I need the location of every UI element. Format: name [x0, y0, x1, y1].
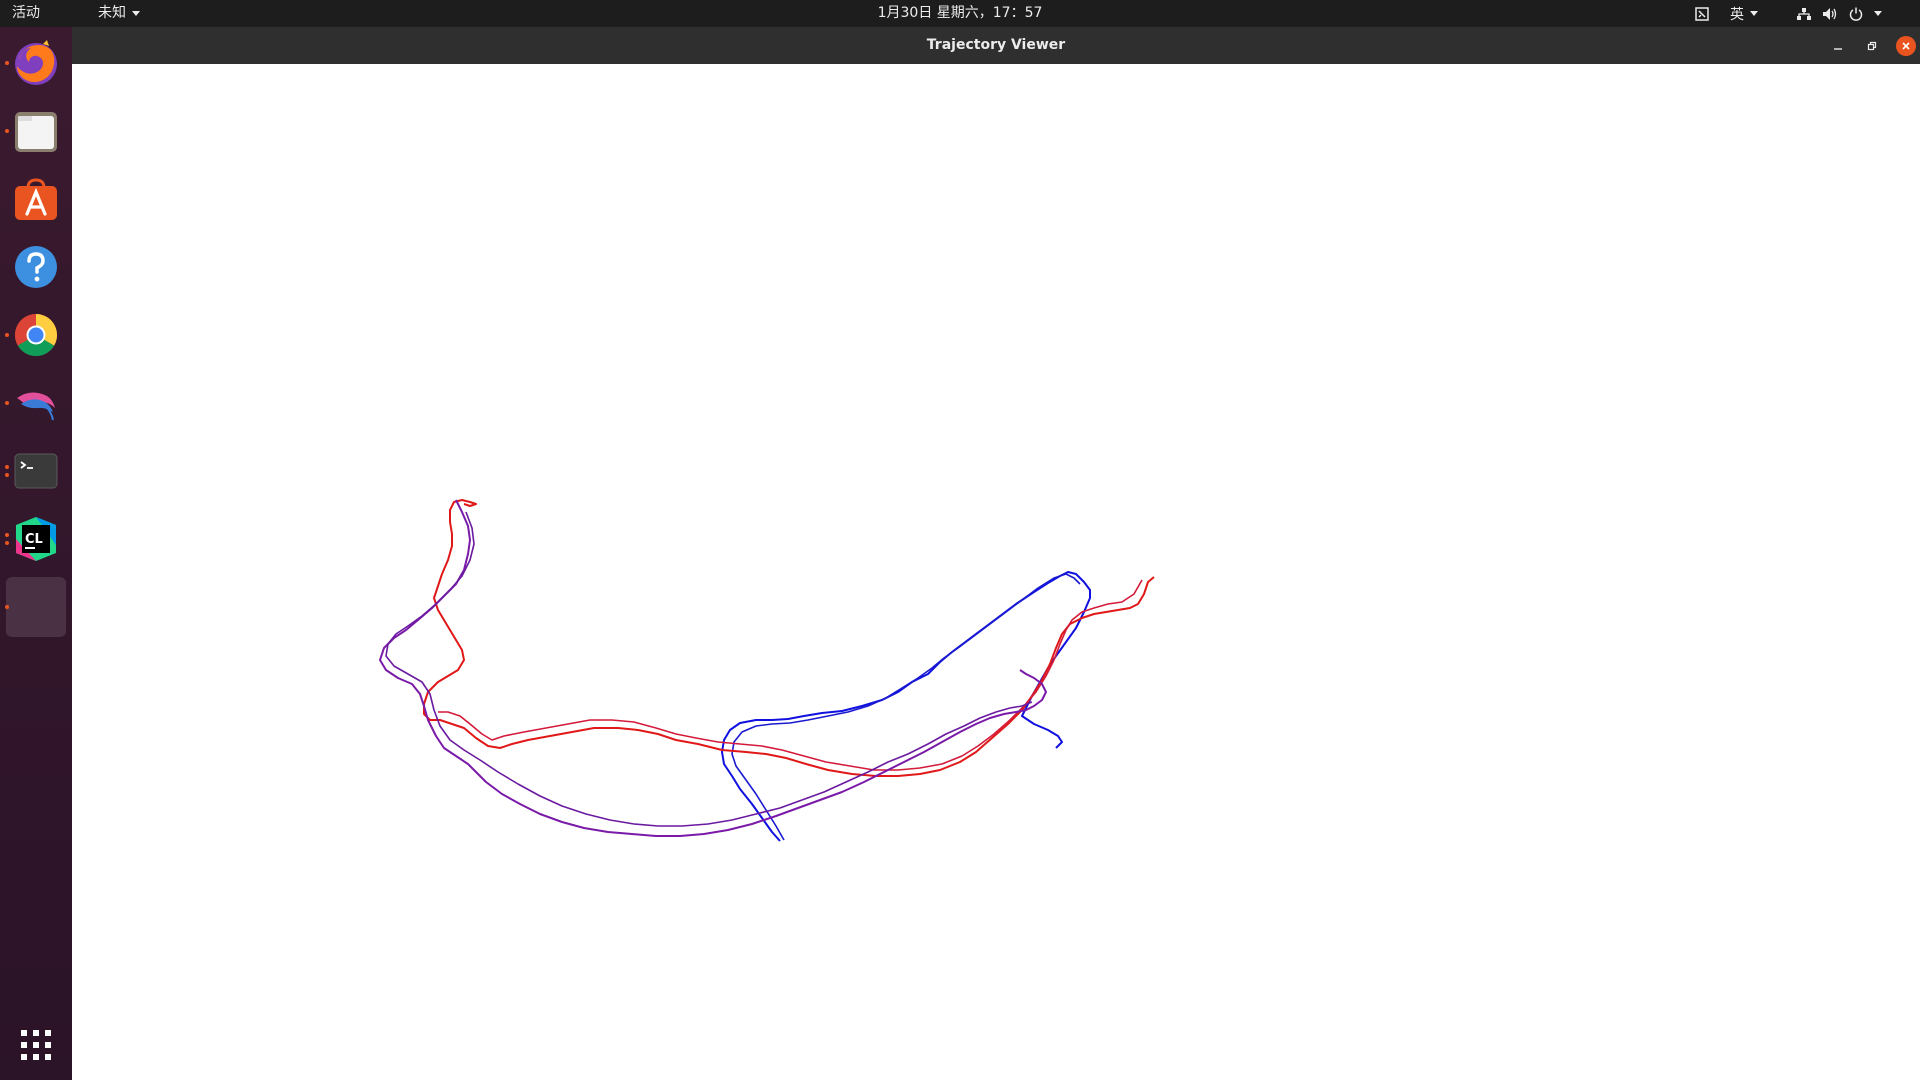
- chevron-down-icon: [132, 10, 140, 16]
- terminal-icon: [14, 453, 58, 489]
- restore-button[interactable]: [1862, 36, 1882, 56]
- dock-item-trajectory-viewer[interactable]: [6, 577, 66, 637]
- input-method-menu[interactable]: 英: [1724, 0, 1764, 27]
- dock-item-chrome[interactable]: [6, 305, 66, 365]
- dock-item-terminal[interactable]: [6, 441, 66, 501]
- running-indicator: [5, 129, 9, 133]
- chevron-down-icon: [1874, 11, 1882, 16]
- power-icon[interactable]: [1846, 0, 1866, 27]
- files-icon: [15, 112, 57, 152]
- window-title: Trajectory Viewer: [926, 37, 1066, 53]
- dock-item-kali[interactable]: [6, 373, 66, 433]
- system-menu-chevron-icon[interactable]: [1870, 0, 1886, 27]
- running-indicator: [5, 465, 9, 469]
- app-grid-icon: [21, 1030, 51, 1060]
- svg-text:CL: CL: [25, 532, 43, 547]
- minimize-button[interactable]: [1828, 36, 1848, 56]
- running-indicator: [5, 473, 9, 477]
- activities-button[interactable]: 活动: [12, 0, 40, 27]
- trajectory-path-red-inner: [438, 579, 1143, 771]
- software-store-icon: [15, 178, 57, 220]
- minimize-icon: [1834, 48, 1842, 50]
- firefox-icon: [15, 40, 57, 85]
- top-bar: 活动 未知 1月30日 星期六，17：57 英: [0, 0, 1920, 27]
- app-menu-label: 未知: [98, 5, 126, 21]
- volume-icon[interactable]: [1820, 0, 1840, 27]
- running-indicator: [5, 61, 9, 65]
- trajectory-plot: [379, 499, 1155, 842]
- clock[interactable]: 1月30日 星期六，17：57: [878, 0, 1043, 27]
- app-menu[interactable]: 未知: [98, 0, 140, 27]
- network-icon[interactable]: [1794, 0, 1814, 27]
- window-titlebar[interactable]: Trajectory Viewer: [72, 27, 1920, 64]
- chrome-icon: [14, 314, 58, 357]
- trajectory-path-purple: [379, 499, 1047, 837]
- input-method-label: 英: [1730, 6, 1744, 23]
- trajectory-path-red: [423, 499, 1155, 777]
- trajectory-path-blue-inner: [731, 573, 1081, 841]
- running-indicator: [5, 401, 9, 405]
- help-icon: [15, 246, 57, 288]
- dock-item-firefox[interactable]: [6, 33, 66, 93]
- dock-item-files[interactable]: [6, 101, 66, 161]
- chevron-down-icon: [1750, 11, 1758, 16]
- show-applications-button[interactable]: [6, 1015, 66, 1075]
- close-icon: [1902, 42, 1910, 50]
- close-button[interactable]: [1896, 36, 1916, 56]
- trajectory-canvas[interactable]: [72, 64, 1920, 1080]
- restore-icon: [1867, 41, 1877, 51]
- clion-icon: CL: [16, 517, 56, 561]
- dock-item-help[interactable]: [6, 237, 66, 297]
- indicator-icon[interactable]: [1690, 0, 1714, 27]
- dock-item-clion[interactable]: CL: [6, 509, 66, 569]
- running-indicator: [5, 533, 9, 537]
- system-tray: 英: [1690, 0, 1920, 27]
- dock-item-software[interactable]: [6, 169, 66, 229]
- running-indicator: [5, 605, 9, 609]
- dock: CL: [0, 27, 72, 1080]
- kali-dragon-icon: [17, 392, 55, 421]
- trajectory-viewer-window: Trajectory Viewer: [72, 27, 1920, 1080]
- running-indicator: [5, 333, 9, 337]
- running-indicator: [5, 541, 9, 545]
